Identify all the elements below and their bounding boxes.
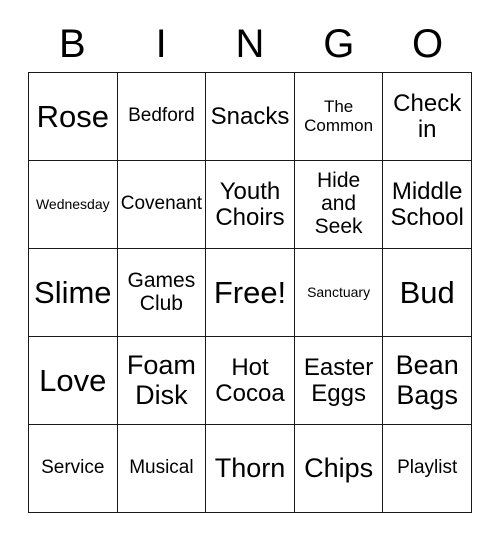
bingo-cell-label: Playlist [397, 457, 458, 479]
bingo-cell-r2-c1[interactable]: Wednesday [29, 161, 118, 249]
bingo-cell-r5-c5[interactable]: Playlist [383, 425, 472, 513]
bingo-cell-r4-c3[interactable]: Hot Cocoa [206, 337, 295, 425]
bingo-cell-r1-c5[interactable]: Check in [383, 73, 472, 161]
bingo-cell-label: The Common [304, 97, 374, 135]
bingo-cell-label: Bean Bags [395, 350, 459, 410]
bingo-cell-r1-c4[interactable]: The Common [294, 73, 384, 161]
bingo-cell-label: Foam Disk [126, 350, 196, 410]
bingo-cell-label: Wednesday [35, 195, 110, 212]
bingo-header-letter-i: I [155, 22, 167, 66]
bingo-cell-label: Bud [399, 274, 455, 310]
bingo-cell-r4-c2[interactable]: Foam Disk [117, 337, 207, 425]
bingo-cell-r1-c3[interactable]: Snacks [206, 73, 295, 161]
bingo-cell-label: Sanctuary [307, 283, 371, 300]
bingo-cell-label: Bedford [128, 105, 195, 127]
bingo-cell-label: Middle School [390, 177, 464, 231]
bingo-cell-label: Chips [304, 452, 374, 483]
bingo-cell-r2-c4[interactable]: Hide and Seek [294, 161, 384, 249]
bingo-card: B I N G O Rose Bedford Snacks The Common Check i… [0, 0, 500, 544]
bingo-cell-r1-c1[interactable]: Rose [29, 73, 118, 161]
bingo-cell-r3-c2[interactable]: Games Club [117, 249, 207, 337]
bingo-cell-r3-c1[interactable]: Slime [29, 249, 118, 337]
bingo-cell-r4-c4[interactable]: Easter Eggs [294, 337, 384, 425]
bingo-cell-label: Free! [213, 274, 287, 310]
bingo-header: BINGO [28, 16, 472, 72]
bingo-cell-label: Thorn [214, 452, 286, 483]
bingo-cell-r1-c2[interactable]: Bedford [117, 73, 207, 161]
bingo-cell-r2-c5[interactable]: Middle School [383, 161, 472, 249]
bingo-cell-r3-c4[interactable]: Sanctuary [294, 249, 384, 337]
bingo-cell-label: Service [41, 457, 105, 479]
bingo-cell-label: Love [39, 362, 107, 398]
bingo-cell-free-space[interactable]: Free! [206, 249, 295, 337]
bingo-header-letter-b: B [59, 22, 86, 66]
bingo-cell-label: Rose [36, 98, 109, 134]
bingo-cell-r5-c2[interactable]: Musical [117, 425, 207, 513]
bingo-cell-r2-c3[interactable]: Youth Choirs [206, 161, 295, 249]
bingo-header-letter-o: O [412, 22, 444, 66]
bingo-grid: Rose Bedford Snacks The Common Check in Wedne… [28, 72, 472, 513]
bingo-cell-label: Games Club [127, 268, 196, 315]
bingo-cell-r2-c2[interactable]: Covenant [117, 161, 207, 249]
bingo-cell-label: Easter Eggs [303, 353, 374, 407]
bingo-cell-label: Hide and Seek [314, 169, 363, 238]
bingo-cell-label: Slime [34, 274, 112, 310]
bingo-cell-label: Covenant [120, 193, 203, 215]
bingo-cell-label: Youth Choirs [215, 177, 285, 231]
bingo-cell-label: Musical [129, 457, 194, 479]
bingo-cell-r5-c1[interactable]: Service [29, 425, 118, 513]
bingo-cell-r5-c3[interactable]: Thorn [206, 425, 295, 513]
bingo-cell-r5-c4[interactable]: Chips [294, 425, 384, 513]
bingo-cell-label: Snacks [210, 102, 290, 130]
bingo-header-letter-n: N [235, 22, 265, 66]
bingo-cell-label: Hot Cocoa [215, 353, 285, 407]
bingo-cell-label: Check in [393, 89, 462, 143]
bingo-cell-r3-c5[interactable]: Bud [383, 249, 472, 337]
bingo-header-letter-g: G [323, 22, 355, 66]
bingo-cell-r4-c5[interactable]: Bean Bags [383, 337, 472, 425]
bingo-cell-r4-c1[interactable]: Love [29, 337, 118, 425]
